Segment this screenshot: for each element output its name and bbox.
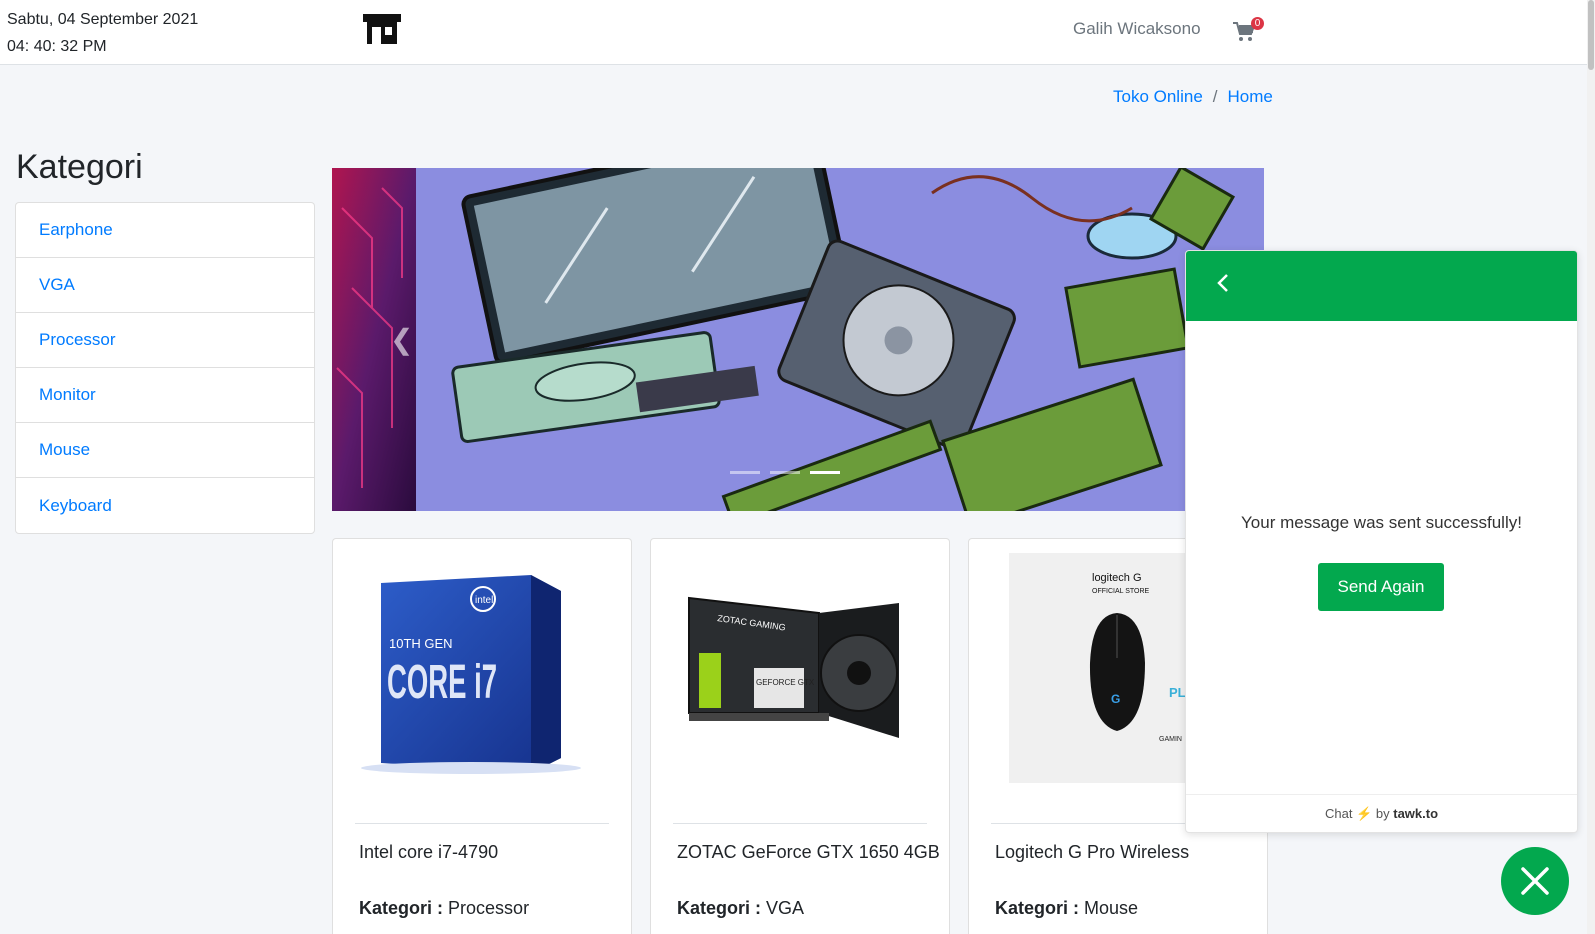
product-image-intel: intel 10TH GEN CORE i7	[361, 575, 581, 774]
sidebar-title: Kategori	[16, 148, 143, 186]
category-label: Kategori :	[677, 898, 762, 918]
logitech-brand-text: logitech G	[1092, 572, 1142, 584]
category-value: Mouse	[1084, 898, 1139, 918]
scroll-thumb[interactable]	[1588, 0, 1594, 70]
category-label: Kategori :	[995, 898, 1080, 918]
category-list: Earphone VGA Processor Monitor Mouse Key…	[15, 202, 315, 534]
category-item-vga[interactable]: VGA	[16, 258, 314, 313]
category-value: VGA	[766, 898, 805, 918]
datetime-display: Sabtu, 04 September 2021 04: 40: 32 PM	[7, 6, 198, 60]
close-icon	[1521, 867, 1549, 895]
current-time: 04: 40: 32 PM	[7, 38, 107, 55]
breadcrumb-home[interactable]: Home	[1228, 87, 1273, 107]
category-item-mouse[interactable]: Mouse	[16, 423, 314, 478]
chat-close-button[interactable]	[1501, 847, 1569, 915]
footer-chat-text: Chat	[1324, 806, 1353, 821]
current-date: Sabtu, 04 September 2021	[7, 11, 199, 28]
chat-footer[interactable]: Chat ⚡ by tawk.to	[1186, 794, 1577, 832]
page-scrollbar[interactable]	[1587, 0, 1595, 934]
chevron-left-icon	[1217, 274, 1228, 292]
carousel-prev-button[interactable]: ❮	[390, 323, 413, 356]
chat-back-button[interactable]	[1216, 273, 1230, 298]
top-navbar: Sabtu, 04 September 2021 04: 40: 32 PM G…	[0, 0, 1587, 65]
product-name[interactable]: ZOTAC GeForce GTX 1650 4GB	[677, 842, 940, 863]
chat-widget: Your message was sent successfully! Send…	[1185, 250, 1578, 833]
footer-brand-text: tawk.to	[1393, 806, 1439, 821]
banner-carousel[interactable]: ❮	[332, 168, 1264, 511]
svg-text:G: G	[1111, 692, 1120, 706]
category-item-earphone[interactable]: Earphone	[16, 203, 314, 258]
store-icon[interactable]	[362, 12, 402, 46]
product-category: Kategori : Mouse	[995, 898, 1138, 919]
banner-image	[332, 168, 1264, 511]
category-item-processor[interactable]: Processor	[16, 313, 314, 368]
product-card[interactable]: ZOTAC GAMING GEFORCE GTX ZOTAC GeForce G…	[650, 538, 950, 934]
chat-success-message: Your message was sent successfully!	[1241, 513, 1522, 532]
logitech-side-text-2: GAMIN	[1159, 736, 1182, 743]
chevron-left-icon: ❮	[390, 324, 414, 355]
category-label: Kategori :	[359, 898, 444, 918]
footer-by-text: by	[1375, 806, 1390, 821]
product-category: Kategori : Processor	[359, 898, 529, 919]
chat-header	[1186, 251, 1577, 321]
cart-button[interactable]: 0	[1233, 17, 1269, 46]
intel-model-text: CORE i7	[387, 656, 497, 709]
zotac-gpu-text: GEFORCE GTX	[756, 678, 815, 687]
product-image-zotac: ZOTAC GAMING GEFORCE GTX	[688, 596, 899, 738]
category-item-keyboard[interactable]: Keyboard	[16, 478, 314, 533]
cart-count-badge: 0	[1251, 17, 1264, 30]
product-category: Kategori : VGA	[677, 898, 804, 919]
card-divider	[673, 823, 927, 824]
product-card[interactable]: intel 10TH GEN CORE i7 Intel core i7-479…	[332, 538, 632, 934]
intel-brand-text: intel	[475, 595, 493, 606]
product-name[interactable]: Logitech G Pro Wireless	[995, 842, 1189, 863]
bolt-icon: ⚡	[1356, 806, 1373, 821]
send-again-button[interactable]: Send Again	[1318, 563, 1444, 611]
breadcrumb-toko-online[interactable]: Toko Online	[1113, 87, 1203, 107]
category-value: Processor	[448, 898, 530, 918]
product-name[interactable]: Intel core i7-4790	[359, 842, 498, 863]
intel-gen-text: 10TH GEN	[389, 636, 453, 651]
user-name[interactable]: Galih Wicaksono	[1073, 19, 1201, 39]
category-item-monitor[interactable]: Monitor	[16, 368, 314, 423]
card-divider	[355, 823, 609, 824]
breadcrumb: Toko Online / Home	[1113, 87, 1273, 107]
logitech-store-text: OFFICIAL STORE	[1092, 588, 1150, 595]
breadcrumb-separator: /	[1212, 87, 1218, 106]
